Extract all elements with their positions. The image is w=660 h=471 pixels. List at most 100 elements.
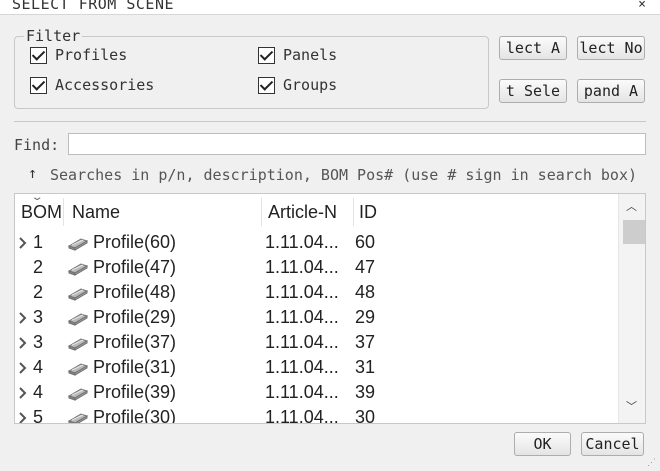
scene-items-grid: ⌄ BOM Name Article-N ID 1 Profile(60) 1.11… bbox=[14, 193, 646, 424]
profile-bar-icon bbox=[67, 410, 89, 423]
checkbox-checked-icon[interactable] bbox=[258, 46, 275, 64]
column-header-article[interactable]: Article-N bbox=[268, 194, 352, 230]
cell-id: 48 bbox=[355, 282, 376, 302]
column-divider[interactable] bbox=[353, 198, 354, 226]
chevron-right-icon[interactable] bbox=[18, 355, 27, 380]
cell-bom: 5 bbox=[33, 407, 44, 424]
table-row[interactable]: 3 Profile(29) 1.11.04... 29 bbox=[15, 305, 619, 330]
cell-name: Profile(31) bbox=[67, 355, 257, 380]
select-none-button[interactable]: lect No bbox=[577, 36, 645, 60]
cell-article: 1.11.04... bbox=[265, 257, 339, 277]
checkbox-label: Profiles bbox=[55, 46, 128, 64]
cell-name: Profile(39) bbox=[67, 380, 257, 405]
table-row[interactable]: 1 Profile(60) 1.11.04... 60 bbox=[15, 230, 619, 255]
cell-name-text: Profile(60) bbox=[93, 232, 177, 252]
cell-name: Profile(30) bbox=[67, 405, 257, 424]
checkbox-checked-icon[interactable] bbox=[30, 76, 47, 94]
scroll-down-icon[interactable]: ﹀ bbox=[626, 398, 637, 414]
column-divider[interactable] bbox=[261, 198, 262, 226]
cell-bom: 2 bbox=[33, 257, 44, 277]
chevron-right-icon[interactable] bbox=[18, 230, 27, 255]
separator bbox=[14, 121, 646, 122]
cell-name: Profile(60) bbox=[67, 230, 257, 255]
cell-name: Profile(48) bbox=[67, 280, 257, 305]
profile-bar-icon bbox=[67, 260, 89, 276]
cell-bom: 4 bbox=[33, 357, 44, 377]
checkbox-label: Panels bbox=[283, 46, 338, 64]
cell-name-text: Profile(39) bbox=[93, 382, 177, 402]
cancel-button[interactable]: Cancel bbox=[581, 432, 644, 456]
checkbox-checked-icon[interactable] bbox=[30, 46, 47, 64]
cell-bom: 3 bbox=[33, 307, 44, 327]
ok-button[interactable]: OK bbox=[514, 432, 571, 456]
up-arrow-icon: ↑ bbox=[28, 164, 38, 182]
cell-id: 30 bbox=[355, 407, 376, 424]
table-row[interactable]: 4 Profile(39) 1.11.04... 39 bbox=[15, 380, 619, 405]
cell-id: 39 bbox=[355, 382, 376, 402]
vertical-scrollbar[interactable]: ︿ ﹀ bbox=[618, 194, 645, 423]
filter-accessories-checkbox[interactable]: Accessories bbox=[30, 76, 154, 94]
expand-all-button[interactable]: pand A bbox=[577, 79, 645, 103]
profile-bar-icon bbox=[67, 285, 89, 301]
filter-groups-checkbox[interactable]: Groups bbox=[258, 76, 337, 94]
cell-article: 1.11.04... bbox=[265, 282, 339, 302]
select-all-button[interactable]: lect A bbox=[499, 36, 567, 60]
column-header-bom[interactable]: BOM bbox=[21, 194, 61, 230]
table-row[interactable]: 2 Profile(47) 1.11.04... 47 bbox=[15, 255, 619, 280]
profile-bar-icon bbox=[67, 235, 89, 251]
cell-id: 31 bbox=[355, 357, 376, 377]
cell-bom: 4 bbox=[33, 382, 44, 402]
column-header-id[interactable]: ID bbox=[359, 194, 419, 230]
cell-article: 1.11.04... bbox=[265, 382, 339, 402]
profile-bar-icon bbox=[67, 360, 89, 376]
cell-article: 1.11.04... bbox=[265, 407, 339, 424]
table-row[interactable]: 3 Profile(37) 1.11.04... 37 bbox=[15, 330, 619, 355]
chevron-right-icon[interactable] bbox=[18, 405, 27, 423]
cell-name-text: Profile(31) bbox=[93, 357, 177, 377]
find-input[interactable] bbox=[68, 133, 646, 155]
search-hint: Searches in p/n, description, BOM Pos# (… bbox=[50, 166, 637, 184]
cell-name-text: Profile(29) bbox=[93, 307, 177, 327]
column-divider[interactable] bbox=[63, 198, 64, 226]
cell-article: 1.11.04... bbox=[265, 232, 339, 252]
cell-id: 29 bbox=[355, 307, 376, 327]
cell-bom: 1 bbox=[33, 232, 44, 252]
resize-grip-icon[interactable]: ⋰ bbox=[647, 458, 656, 468]
column-header-name[interactable]: Name bbox=[72, 194, 252, 230]
cell-bom: 2 bbox=[33, 282, 44, 302]
cell-bom: 3 bbox=[33, 332, 44, 352]
cell-name-text: Profile(47) bbox=[93, 257, 177, 277]
filter-legend: Filter bbox=[24, 27, 83, 45]
filter-profiles-checkbox[interactable]: Profiles bbox=[30, 46, 127, 64]
cell-id: 47 bbox=[355, 257, 376, 277]
cell-id: 37 bbox=[355, 332, 376, 352]
profile-bar-icon bbox=[67, 335, 89, 351]
profile-bar-icon bbox=[67, 385, 89, 401]
table-row[interactable]: 5 Profile(30) 1.11.04... 30 bbox=[15, 405, 619, 424]
invert-selection-button[interactable]: t Sele bbox=[499, 79, 567, 103]
chevron-right-icon[interactable] bbox=[18, 380, 27, 405]
cell-name-text: Profile(37) bbox=[93, 332, 177, 352]
cell-article: 1.11.04... bbox=[265, 307, 339, 327]
chevron-right-icon[interactable] bbox=[18, 330, 27, 355]
scrollbar-thumb[interactable] bbox=[623, 220, 645, 244]
table-row[interactable]: 2 Profile(48) 1.11.04... 48 bbox=[15, 280, 619, 305]
scroll-up-icon[interactable]: ︿ bbox=[626, 198, 637, 214]
checkbox-checked-icon[interactable] bbox=[258, 76, 275, 94]
cell-id: 60 bbox=[355, 232, 376, 252]
grid-header: ⌄ BOM Name Article-N ID bbox=[15, 194, 619, 230]
cell-name: Profile(47) bbox=[67, 255, 257, 280]
table-row[interactable]: 4 Profile(31) 1.11.04... 31 bbox=[15, 355, 619, 380]
checkbox-label: Groups bbox=[283, 76, 338, 94]
title-bar: SELECT FROM SCENE × bbox=[0, 0, 660, 15]
window-title: SELECT FROM SCENE bbox=[12, 0, 175, 13]
cell-name-text: Profile(30) bbox=[93, 407, 177, 424]
profile-bar-icon bbox=[67, 310, 89, 326]
cell-article: 1.11.04... bbox=[265, 357, 339, 377]
chevron-right-icon[interactable] bbox=[18, 305, 27, 330]
cell-name-text: Profile(48) bbox=[93, 282, 177, 302]
close-icon[interactable]: × bbox=[638, 0, 646, 12]
filter-panels-checkbox[interactable]: Panels bbox=[258, 46, 337, 64]
checkbox-label: Accessories bbox=[55, 76, 155, 94]
find-label: Find: bbox=[14, 136, 60, 154]
